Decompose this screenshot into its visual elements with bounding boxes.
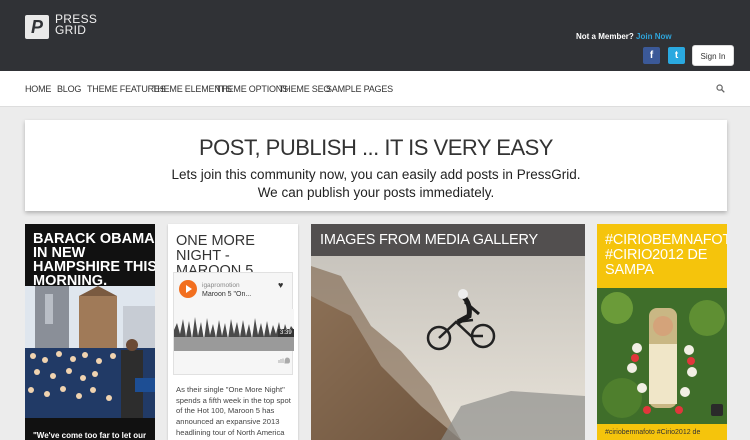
hero-subtitle-line-1: Lets join this community now, you can ea… bbox=[171, 167, 581, 182]
facebook-icon[interactable]: f bbox=[643, 47, 660, 64]
nav-item-theme-seo[interactable]: THEME SEO bbox=[279, 84, 330, 94]
sign-in-button[interactable]: Sign In bbox=[692, 45, 734, 66]
post-title[interactable]: BARACK OBAMA IN NEW HAMPSHIRE THIS MORNI… bbox=[33, 232, 155, 289]
hero-subtitle-line-2: We can publish your posts immediately. bbox=[257, 185, 495, 200]
logo-text[interactable]: PRESS GRID bbox=[55, 13, 97, 37]
waveform[interactable] bbox=[174, 309, 294, 351]
heart-icon[interactable]: ♥ bbox=[278, 280, 283, 290]
post-quote: "We've come too far to let our bbox=[33, 431, 147, 440]
crowd-photo[interactable] bbox=[25, 286, 155, 418]
player-track[interactable]: Maroon 5 "On... bbox=[202, 291, 251, 298]
mountain-bike-photo[interactable] bbox=[311, 256, 585, 440]
player-time: 3:39 bbox=[278, 329, 294, 337]
logo-icon[interactable]: P bbox=[25, 15, 49, 39]
nav-item-sample-pages[interactable]: SAMPLE PAGES bbox=[326, 84, 393, 94]
post-title[interactable]: #CIRIOBEMNAFOTO #CIRIO2012 DE SAMPA bbox=[605, 233, 727, 278]
main-nav: HOME BLOG THEME FEATURES THEME ELEMENTS … bbox=[0, 71, 750, 107]
play-button[interactable] bbox=[179, 280, 197, 298]
post-title[interactable]: IMAGES FROM MEDIA GALLERY bbox=[320, 232, 538, 248]
post-card-instagram[interactable]: #CIRIOBEMNAFOTO #CIRIO2012 DE SAMPA #cir… bbox=[597, 224, 727, 440]
nav-item-blog[interactable]: BLOG bbox=[57, 84, 81, 94]
post-excerpt: As their single "One More Night" spends … bbox=[176, 385, 291, 437]
hero-subtitle: Lets join this community now, you can ea… bbox=[25, 166, 727, 202]
nav-item-theme-options[interactable]: THEME OPTIONS bbox=[216, 84, 288, 94]
top-bar: P PRESS GRID Not a Member? Join Now f t … bbox=[0, 0, 750, 71]
member-prompt: Not a Member? Join Now bbox=[576, 32, 672, 41]
post-card-music[interactable]: ONE MORE NIGHT - MAROON 5 igapromotion M… bbox=[168, 224, 298, 440]
soundcloud-icon[interactable] bbox=[278, 357, 290, 364]
player-user[interactable]: igapromotion bbox=[202, 282, 240, 289]
hashtags: #ciriobemnafoto #Cirio2012 de bbox=[605, 429, 701, 436]
hero-title: POST, PUBLISH ... IT IS VERY EASY bbox=[199, 135, 553, 160]
search-icon[interactable] bbox=[716, 84, 725, 93]
post-card-obama[interactable]: BARACK OBAMA IN NEW HAMPSHIRE THIS MORNI… bbox=[25, 224, 155, 440]
soundcloud-player[interactable]: igapromotion Maroon 5 "On... ♥ 3:39 bbox=[173, 272, 294, 375]
twitter-icon[interactable]: t bbox=[668, 47, 685, 64]
flowers-photo[interactable] bbox=[597, 288, 727, 424]
gallery-header: IMAGES FROM MEDIA GALLERY bbox=[311, 224, 585, 256]
join-now-link[interactable]: Join Now bbox=[636, 32, 672, 41]
member-text: Not a Member? bbox=[576, 32, 634, 41]
hero-banner: POST, PUBLISH ... IT IS VERY EASY Lets j… bbox=[25, 120, 727, 211]
post-card-gallery[interactable]: IMAGES FROM MEDIA GALLERY bbox=[311, 224, 585, 440]
logo-line-2: GRID bbox=[55, 23, 87, 37]
nav-item-home[interactable]: HOME bbox=[25, 84, 51, 94]
